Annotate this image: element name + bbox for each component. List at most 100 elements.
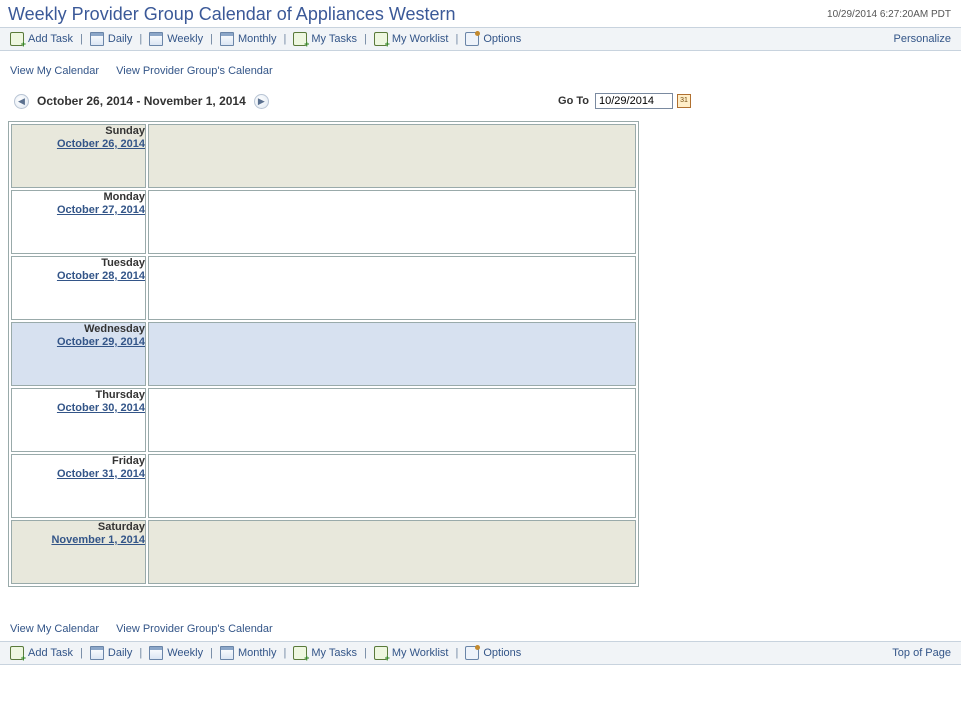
day-header-cell: TuesdayOctober 28, 2014 (11, 256, 146, 320)
daily-label: Daily (108, 33, 132, 45)
options-button[interactable]: Options (465, 32, 521, 46)
my-tasks-button-bottom[interactable]: My Tasks (293, 646, 357, 660)
top-of-page-link[interactable]: Top of Page (892, 647, 951, 659)
view-links-top: View My Calendar View Provider Group's C… (0, 51, 961, 83)
day-date-link[interactable]: October 26, 2014 (12, 138, 145, 150)
day-date-link[interactable]: October 28, 2014 (12, 270, 145, 282)
separator: | (364, 647, 367, 659)
day-header-cell: FridayOctober 31, 2014 (11, 454, 146, 518)
separator: | (456, 33, 459, 45)
personalize-link[interactable]: Personalize (894, 33, 951, 45)
separator: | (80, 33, 83, 45)
toolbar-bottom: Add Task | Daily | Weekly | Monthly | My… (0, 641, 961, 665)
worklist-icon (374, 32, 388, 46)
separator: | (456, 647, 459, 659)
add-task-label: Add Task (28, 647, 73, 659)
weekly-label: Weekly (167, 647, 203, 659)
day-name: Sunday (12, 125, 145, 137)
calendar-row: FridayOctober 31, 2014 (11, 454, 636, 518)
weekly-button-bottom[interactable]: Weekly (149, 646, 203, 660)
weekly-button[interactable]: Weekly (149, 32, 203, 46)
next-week-button[interactable]: ▶ (254, 94, 269, 109)
view-links-bottom: View My Calendar View Provider Group's C… (0, 609, 961, 641)
day-header-cell: WednesdayOctober 29, 2014 (11, 322, 146, 386)
calendar-month-icon (220, 32, 234, 46)
view-my-calendar-link[interactable]: View My Calendar (10, 65, 99, 77)
day-header-cell: SaturdayNovember 1, 2014 (11, 520, 146, 584)
day-events-cell (148, 520, 636, 584)
day-events-cell (148, 322, 636, 386)
day-header-cell: ThursdayOctober 30, 2014 (11, 388, 146, 452)
calendar-row: SaturdayNovember 1, 2014 (11, 520, 636, 584)
my-tasks-button[interactable]: My Tasks (293, 32, 357, 46)
prev-week-button[interactable]: ◀ (14, 94, 29, 109)
date-picker-icon[interactable] (677, 94, 691, 108)
day-events-cell (148, 388, 636, 452)
separator: | (139, 647, 142, 659)
page-title: Weekly Provider Group Calendar of Applia… (8, 4, 456, 25)
clipboard-plus-icon (10, 32, 24, 46)
view-my-calendar-link-bottom[interactable]: View My Calendar (10, 623, 99, 635)
my-tasks-label: My Tasks (311, 33, 357, 45)
toolbar-top: Add Task | Daily | Weekly | Monthly | My… (0, 27, 961, 51)
day-date-link[interactable]: October 29, 2014 (12, 336, 145, 348)
day-events-cell (148, 190, 636, 254)
daily-button-bottom[interactable]: Daily (90, 646, 132, 660)
add-task-label: Add Task (28, 33, 73, 45)
calendar-month-icon (220, 646, 234, 660)
day-name: Wednesday (12, 323, 145, 335)
date-range: October 26, 2014 - November 1, 2014 (37, 94, 246, 108)
monthly-button-bottom[interactable]: Monthly (220, 646, 277, 660)
separator: | (284, 647, 287, 659)
daily-button[interactable]: Daily (90, 32, 132, 46)
separator: | (364, 33, 367, 45)
my-worklist-button[interactable]: My Worklist (374, 32, 449, 46)
day-date-link[interactable]: October 30, 2014 (12, 402, 145, 414)
separator: | (139, 33, 142, 45)
view-group-calendar-link[interactable]: View Provider Group's Calendar (116, 65, 273, 77)
day-events-cell (148, 256, 636, 320)
monthly-label: Monthly (238, 33, 277, 45)
options-button-bottom[interactable]: Options (465, 646, 521, 660)
day-events-cell (148, 124, 636, 188)
calendar-row: ThursdayOctober 30, 2014 (11, 388, 636, 452)
clipboard-plus-icon (10, 646, 24, 660)
options-label: Options (483, 33, 521, 45)
day-name: Thursday (12, 389, 145, 401)
my-worklist-button-bottom[interactable]: My Worklist (374, 646, 449, 660)
options-icon (465, 32, 479, 46)
day-date-link[interactable]: October 27, 2014 (12, 204, 145, 216)
separator: | (284, 33, 287, 45)
calendar-row: WednesdayOctober 29, 2014 (11, 322, 636, 386)
day-date-link[interactable]: October 31, 2014 (12, 468, 145, 480)
monthly-button[interactable]: Monthly (220, 32, 277, 46)
day-header-cell: SundayOctober 26, 2014 (11, 124, 146, 188)
calendar-row: TuesdayOctober 28, 2014 (11, 256, 636, 320)
calendar-day-icon (90, 646, 104, 660)
day-name: Friday (12, 455, 145, 467)
tasks-icon (293, 646, 307, 660)
options-icon (465, 646, 479, 660)
separator: | (210, 33, 213, 45)
day-date-link[interactable]: November 1, 2014 (12, 534, 145, 546)
goto-date-input[interactable] (595, 93, 673, 109)
goto-label: Go To (558, 95, 589, 107)
calendar-row: MondayOctober 27, 2014 (11, 190, 636, 254)
view-group-calendar-link-bottom[interactable]: View Provider Group's Calendar (116, 623, 273, 635)
calendar-row: SundayOctober 26, 2014 (11, 124, 636, 188)
day-header-cell: MondayOctober 27, 2014 (11, 190, 146, 254)
page-timestamp: 10/29/2014 6:27:20AM PDT (827, 9, 951, 20)
options-label: Options (483, 647, 521, 659)
day-name: Monday (12, 191, 145, 203)
add-task-button-bottom[interactable]: Add Task (10, 646, 73, 660)
calendar-week-icon (149, 32, 163, 46)
add-task-button[interactable]: Add Task (10, 32, 73, 46)
separator: | (80, 647, 83, 659)
my-worklist-label: My Worklist (392, 33, 449, 45)
worklist-icon (374, 646, 388, 660)
separator: | (210, 647, 213, 659)
weekly-calendar-table: SundayOctober 26, 2014MondayOctober 27, … (8, 121, 639, 587)
tasks-icon (293, 32, 307, 46)
calendar-day-icon (90, 32, 104, 46)
monthly-label: Monthly (238, 647, 277, 659)
